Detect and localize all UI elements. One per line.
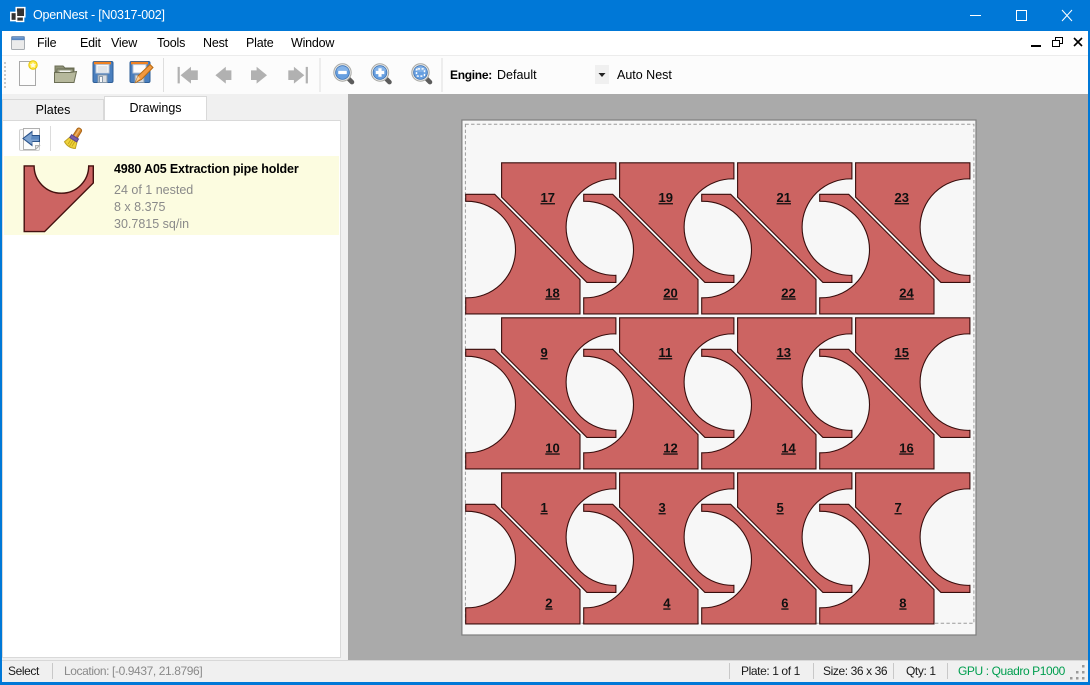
- svg-text:7: 7: [895, 500, 902, 515]
- svg-text:17: 17: [541, 190, 555, 205]
- svg-text:16: 16: [899, 440, 913, 455]
- svg-text:15: 15: [895, 345, 909, 360]
- svg-text:20: 20: [663, 285, 677, 300]
- svg-text:23: 23: [895, 190, 909, 205]
- svg-text:10: 10: [545, 440, 559, 455]
- svg-text:2: 2: [545, 595, 552, 610]
- svg-text:21: 21: [777, 190, 791, 205]
- svg-text:4: 4: [663, 595, 671, 610]
- svg-text:22: 22: [781, 285, 795, 300]
- svg-text:11: 11: [659, 345, 673, 360]
- svg-text:13: 13: [777, 345, 791, 360]
- svg-text:9: 9: [541, 345, 548, 360]
- svg-text:5: 5: [777, 500, 784, 515]
- svg-text:8: 8: [899, 595, 906, 610]
- svg-text:3: 3: [659, 500, 666, 515]
- svg-text:12: 12: [663, 440, 677, 455]
- svg-text:18: 18: [545, 285, 559, 300]
- svg-text:6: 6: [781, 595, 788, 610]
- svg-text:24: 24: [899, 285, 914, 300]
- svg-text:1: 1: [541, 500, 548, 515]
- svg-text:19: 19: [659, 190, 673, 205]
- svg-text:14: 14: [781, 440, 796, 455]
